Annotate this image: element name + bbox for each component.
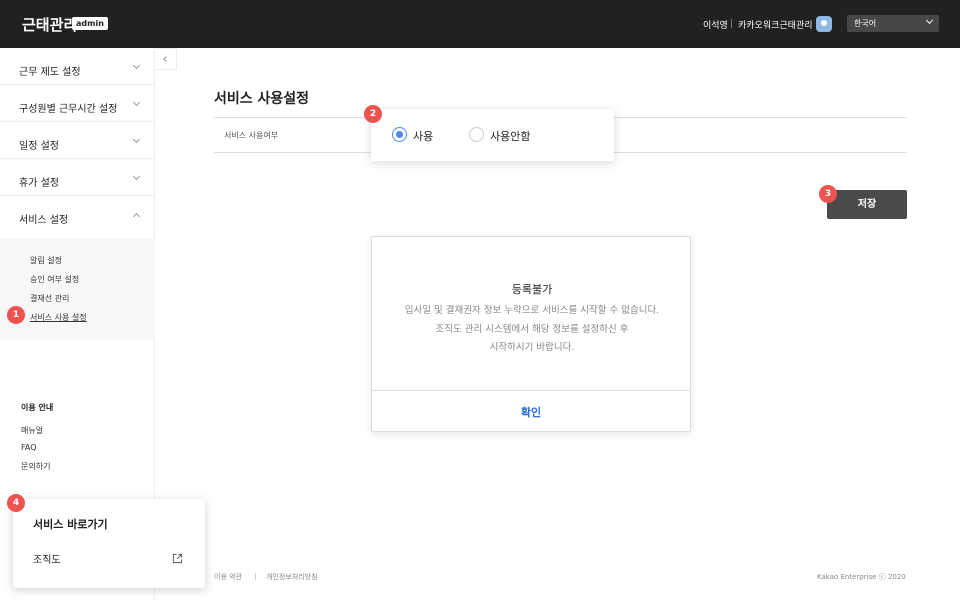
org-name: 카카오워크근태관리 [738, 21, 813, 31]
chevron-down-icon [925, 16, 934, 25]
sidebar-item-service[interactable]: 서비스 설정 [0, 196, 155, 233]
modal-message-line: 조직도 관리 시스템에서 해당 정보를 설정하신 후 [435, 324, 629, 335]
confirm-button[interactable]: 확인 [372, 404, 690, 420]
header-divider [731, 19, 732, 28]
sidebar-item-schedule[interactable]: 일정 설정 [0, 122, 155, 159]
page-title: 서비스 사용설정 [214, 91, 310, 107]
step-marker-3: 3 [819, 185, 837, 203]
help-item-faq[interactable]: FAQ [21, 443, 37, 452]
brand-title[interactable]: 근태관리 [22, 14, 77, 35]
radio-popup: 사용 사용안함 [371, 109, 614, 161]
sidebar-item-label: 서비스 설정 [19, 215, 69, 226]
chevron-left-icon [163, 56, 169, 62]
help-title: 이용 안내 [21, 403, 54, 412]
submenu-item-approval[interactable]: 승인 여부 설정 [30, 274, 79, 285]
help-item-manual[interactable]: 매뉴얼 [21, 425, 43, 436]
language-label: 한국어 [854, 19, 877, 28]
sidebar-item-label: 휴가 설정 [19, 178, 59, 189]
language-select[interactable]: 한국어 [847, 15, 939, 32]
submenu-item-approval-line[interactable]: 결재선 관리 [30, 293, 69, 304]
submenu-item-notification[interactable]: 알림 설정 [30, 255, 62, 266]
save-button[interactable]: 저장 [827, 190, 907, 219]
chevron-down-icon [132, 172, 141, 181]
avatar[interactable] [816, 16, 832, 32]
footer-terms-link[interactable]: 이용 약관 [214, 572, 242, 582]
step-marker-1: 1 [7, 306, 25, 324]
chevron-up-icon [132, 212, 141, 221]
footer-divider [255, 573, 256, 580]
sidebar-item-label: 일정 설정 [19, 141, 59, 152]
top-bar: 근태관리 admin 이석영 카카오워크근태관리 한국어 [0, 0, 960, 48]
sidebar-item-work-system[interactable]: 근무 제도 설정 [0, 48, 155, 85]
user-name: 이석영 [703, 21, 728, 31]
radio-not-use-label[interactable]: 사용안함 [490, 128, 530, 144]
footer-privacy-link[interactable]: 개인정보처리방침 [266, 572, 318, 582]
error-modal: 등록불가 입사일 및 결재권자 정보 누락으로 서비스를 시작할 수 없습니다.… [371, 236, 691, 432]
sidebar-item-label: 구성원별 근무시간 설정 [19, 104, 118, 115]
sidebar-item-label: 근무 제도 설정 [19, 67, 81, 78]
help-item-contact[interactable]: 문의하기 [21, 461, 50, 472]
field-label: 서비스 사용여부 [224, 131, 279, 140]
submenu-item-service-usage[interactable]: 서비스 사용 설정 [30, 312, 87, 323]
modal-message-line: 입사일 및 결재권자 정보 누락으로 서비스를 시작할 수 없습니다. [404, 305, 660, 316]
admin-badge: admin [72, 17, 108, 30]
radio-not-use[interactable] [469, 127, 484, 142]
external-link-icon[interactable] [172, 553, 183, 564]
service-submenu: 알림 설정 승인 여부 설정 결재선 관리 서비스 사용 설정 [0, 238, 155, 340]
shortcut-item-org-chart[interactable]: 조직도 [33, 551, 61, 566]
modal-message-line: 시작하시기 바랍니다. [489, 342, 575, 353]
copyright: Kakao Enterprise ⓒ 2020 [817, 573, 906, 581]
radio-use[interactable] [392, 127, 407, 142]
chevron-down-icon [132, 135, 141, 144]
sidebar-item-vacation[interactable]: 휴가 설정 [0, 159, 155, 196]
modal-footer: 확인 [372, 390, 690, 432]
step-marker-4: 4 [7, 494, 25, 512]
chevron-down-icon [132, 98, 141, 107]
service-shortcut-popup: 서비스 바로가기 조직도 [13, 499, 205, 588]
sidebar-item-member-hours[interactable]: 구성원별 근무시간 설정 [0, 85, 155, 122]
shortcut-title: 서비스 바로가기 [33, 518, 108, 531]
sidebar-collapse-button[interactable] [155, 48, 177, 70]
chevron-down-icon [132, 61, 141, 70]
step-marker-2: 2 [364, 105, 382, 123]
radio-use-label[interactable]: 사용 [413, 128, 433, 144]
modal-title: 등록불가 [511, 283, 553, 296]
